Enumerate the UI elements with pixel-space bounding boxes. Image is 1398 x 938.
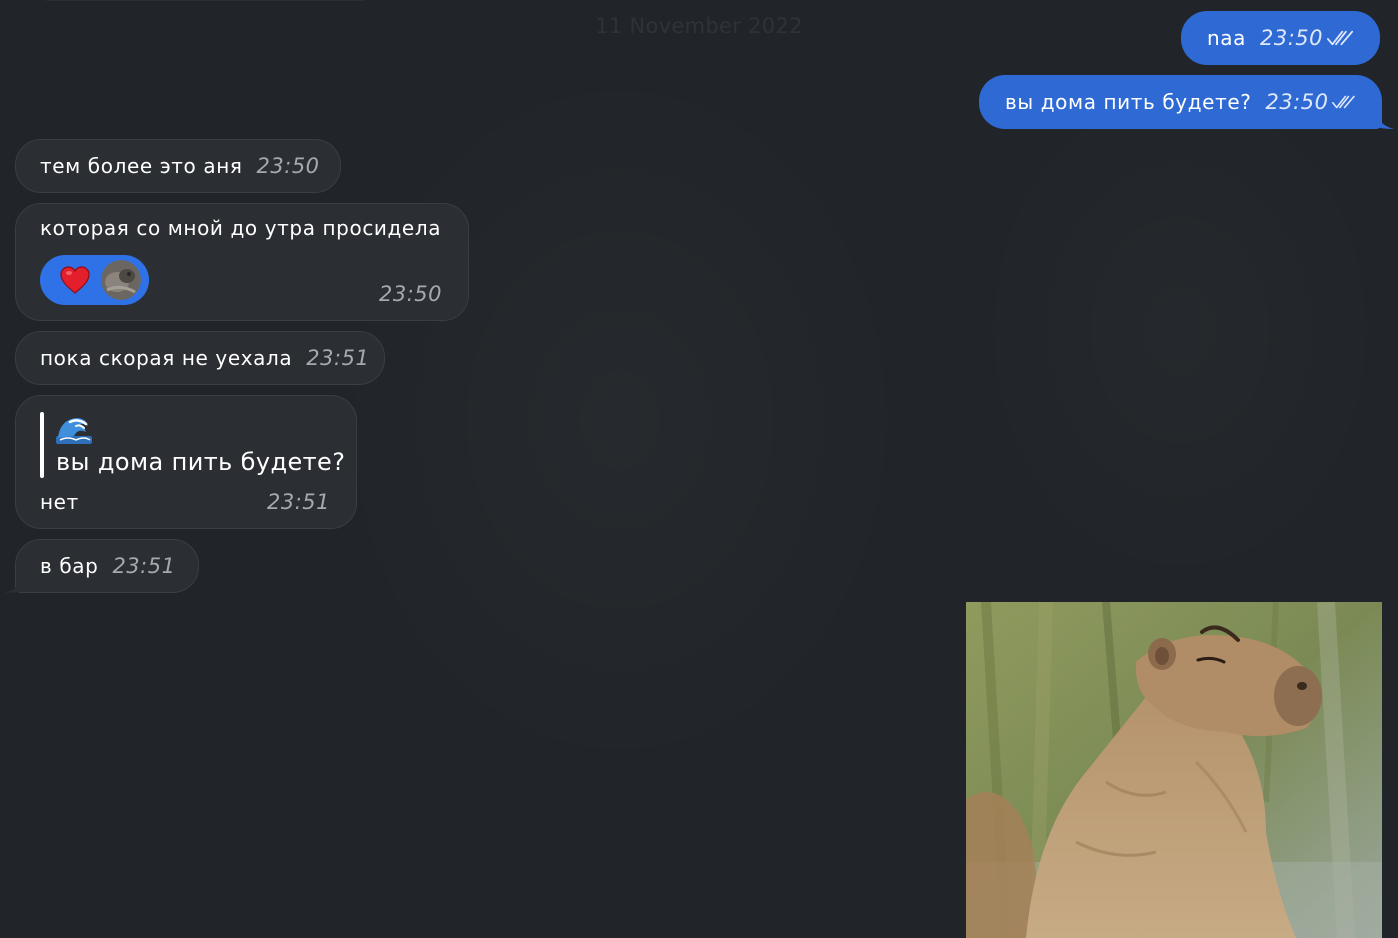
message-text: которая со мной до утра просидела xyxy=(40,216,442,240)
message-text: вы дома пить будете? xyxy=(1005,90,1252,114)
previous-message-fragment xyxy=(40,0,370,1)
message-time: 23:51 xyxy=(266,490,330,514)
incoming-message[interactable]: вы дома пить будете? нет 23:51 xyxy=(15,395,357,529)
message-text: в бар xyxy=(40,554,99,578)
reactor-avatar xyxy=(101,260,141,300)
message-time: 23:51 xyxy=(306,346,370,370)
incoming-message[interactable]: в бар 23:51 xyxy=(4,539,199,593)
outgoing-message[interactable]: вы дома пить будете? 23:50 xyxy=(979,75,1394,129)
capybara-photo[interactable] xyxy=(966,602,1382,938)
bubble-tail xyxy=(1372,111,1394,129)
message-text: нет xyxy=(40,490,79,514)
double-check-icon xyxy=(1327,30,1354,46)
incoming-message[interactable]: тем более это аня 23:50 xyxy=(15,139,341,193)
incoming-message[interactable]: которая со мной до утра просидела 23:50 xyxy=(15,203,469,321)
message-text: тем более это аня xyxy=(40,154,243,178)
reply-quote-text: вы дома пить будете? xyxy=(56,448,346,476)
reply-quote-bar xyxy=(40,412,44,478)
message-text: naa xyxy=(1207,26,1246,50)
message-time: 23:50 xyxy=(1265,90,1329,114)
message-time: 23:50 xyxy=(256,154,320,178)
reaction-pill[interactable] xyxy=(40,255,149,305)
bubble-tail xyxy=(4,575,26,593)
chat-view: 11 November 2022 naa 23:50 вы дома пить … xyxy=(0,0,1398,938)
message-time: 23:50 xyxy=(378,282,442,306)
heart-icon xyxy=(60,266,90,294)
message-time: 23:50 xyxy=(1260,26,1324,50)
double-check-icon xyxy=(1332,95,1356,109)
message-time: 23:51 xyxy=(112,554,176,578)
outgoing-message[interactable]: naa 23:50 xyxy=(1181,11,1380,65)
message-text: пока скорая не уехала xyxy=(40,346,293,370)
incoming-message[interactable]: пока скорая не уехала 23:51 xyxy=(15,331,385,385)
wave-emoji-icon xyxy=(56,418,92,444)
